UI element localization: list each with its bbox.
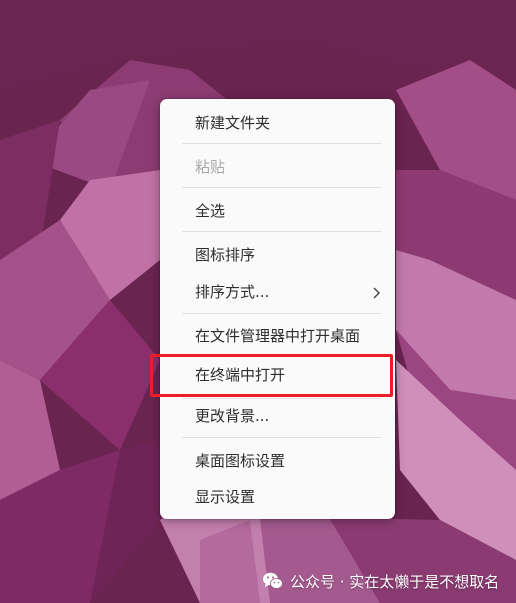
menu-item-change-background[interactable]: 更改背景... xyxy=(160,400,395,432)
menu-separator xyxy=(182,143,381,144)
menu-separator xyxy=(182,231,381,232)
watermark: 公众号 · 实在太懒于是不想取名 xyxy=(262,569,499,593)
menu-item-desktop-icon-settings[interactable]: 桌面图标设置 xyxy=(160,445,395,477)
menu-item-sort-by[interactable]: 排序方式... xyxy=(160,276,395,308)
menu-item-label: 新建文件夹 xyxy=(195,114,271,132)
menu-item-select-all[interactable]: 全选 xyxy=(160,195,395,227)
menu-item-arrange-icons[interactable]: 图标排序 xyxy=(160,239,395,271)
annotation-highlight-box xyxy=(150,354,393,397)
menu-item-paste: 粘贴 xyxy=(160,151,395,183)
menu-item-label: 粘贴 xyxy=(195,158,226,176)
wechat-icon xyxy=(263,572,283,589)
chevron-right-icon xyxy=(371,276,381,308)
menu-item-label: 排序方式... xyxy=(195,283,270,301)
menu-separator xyxy=(182,437,381,438)
menu-item-display-settings[interactable]: 显示设置 xyxy=(160,481,395,513)
menu-item-label: 全选 xyxy=(195,202,226,220)
menu-separator xyxy=(182,313,381,314)
menu-item-label: 在文件管理器中打开桌面 xyxy=(195,327,361,345)
menu-separator xyxy=(182,398,381,399)
desktop-context-menu: 新建文件夹 粘贴 全选 图标排序 排序方式... 在文件管理器中打开桌面 在终端… xyxy=(160,99,395,519)
menu-item-label: 更改背景... xyxy=(195,407,270,425)
menu-item-label: 桌面图标设置 xyxy=(195,452,286,470)
watermark-text: 公众号 · 实在太懒于是不想取名 xyxy=(290,572,500,591)
menu-item-new-folder[interactable]: 新建文件夹 xyxy=(160,107,395,139)
menu-separator xyxy=(182,187,381,188)
menu-item-label: 显示设置 xyxy=(195,488,256,506)
menu-item-open-desktop-in-files[interactable]: 在文件管理器中打开桌面 xyxy=(160,320,395,352)
menu-item-label: 图标排序 xyxy=(195,246,256,264)
